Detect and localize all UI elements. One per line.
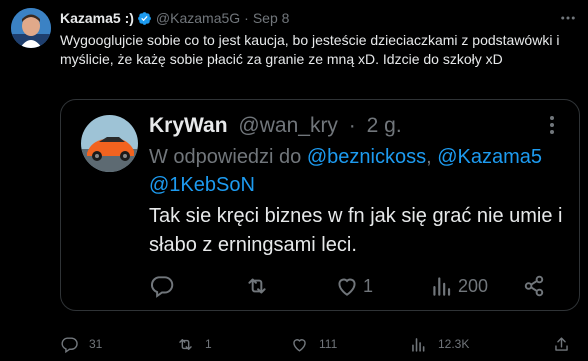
quote-view-count: 200 xyxy=(458,275,489,296)
share-icon xyxy=(524,275,544,297)
like-button[interactable]: 111 xyxy=(290,334,337,354)
views-icon xyxy=(412,337,425,352)
author-avatar[interactable] xyxy=(11,8,51,48)
more-options-icon[interactable] xyxy=(556,8,580,28)
header-separator: · xyxy=(244,10,249,26)
quote-header: KryWan @wan_kry · 2 g. xyxy=(149,113,402,139)
quote-text: Tak sie kręci biznes w fn jak się grać n… xyxy=(149,205,563,256)
quote-action-bar: 1 200 xyxy=(149,273,549,299)
share-button[interactable] xyxy=(552,334,571,354)
quoted-tweet[interactable]: KryWan @wan_kry · 2 g. W odpowiedzi do @… xyxy=(60,99,580,311)
quote-views-button[interactable]: 200 xyxy=(429,273,488,299)
car-avatar-image xyxy=(81,115,138,172)
quote-author-handle[interactable]: @wan_kry xyxy=(238,114,338,137)
author-name[interactable]: Kazama5 :) xyxy=(60,9,134,27)
quote-retweet-button[interactable] xyxy=(244,273,273,299)
retweet-icon xyxy=(179,338,192,350)
quote-date[interactable]: 2 g. xyxy=(367,114,402,137)
retweet-count: 1 xyxy=(205,337,212,351)
tweet-date[interactable]: Sep 8 xyxy=(253,9,290,27)
mention-separator: , xyxy=(426,146,438,168)
avatar-image xyxy=(11,8,51,48)
views-icon xyxy=(433,277,451,296)
quote-reply-button[interactable] xyxy=(149,273,178,299)
quote-share-button[interactable] xyxy=(521,273,547,299)
like-count: 111 xyxy=(319,337,338,351)
verified-badge-icon xyxy=(137,11,152,26)
tweet-text: Wygooglujcie sobie co to jest kaucja, bo… xyxy=(60,32,560,67)
quote-author-avatar[interactable] xyxy=(81,115,138,172)
view-count: 12.3K xyxy=(438,337,470,351)
tweet-header: Kazama5 :) @Kazama5G · Sep 8 xyxy=(60,9,548,27)
author-handle[interactable]: @Kazama5G xyxy=(156,9,240,27)
retweet-icon xyxy=(248,278,266,294)
tweet-action-bar: 31 1 111 12.3K xyxy=(60,334,580,354)
heart-icon xyxy=(293,338,306,352)
reply-icon xyxy=(150,276,174,298)
reply-count: 31 xyxy=(89,337,103,351)
reply-prefix: W odpowiedzi do xyxy=(149,146,302,168)
retweet-button[interactable]: 1 xyxy=(176,334,212,354)
quote-more-options-icon[interactable] xyxy=(547,114,557,136)
mention-link[interactable]: @1KebSoN xyxy=(149,174,255,196)
quote-header-separator: · xyxy=(348,114,356,137)
share-icon xyxy=(555,336,568,351)
quote-like-button[interactable]: 1 xyxy=(334,273,373,299)
quote-like-count: 1 xyxy=(363,275,374,296)
tweet-card[interactable]: Kazama5 :) @Kazama5G · Sep 8 Wygooglujci… xyxy=(0,0,588,361)
reply-icon xyxy=(61,336,78,353)
reply-context: W odpowiedzi do @beznickoss, @Kazama5 @1… xyxy=(149,143,574,199)
mention-link[interactable]: @beznickoss xyxy=(307,146,426,168)
mention-link[interactable]: @Kazama5 xyxy=(437,146,542,168)
heart-icon xyxy=(338,278,356,296)
views-button[interactable]: 12.3K xyxy=(409,334,469,354)
quote-author-name[interactable]: KryWan xyxy=(149,114,228,137)
reply-button[interactable]: 31 xyxy=(60,334,102,354)
